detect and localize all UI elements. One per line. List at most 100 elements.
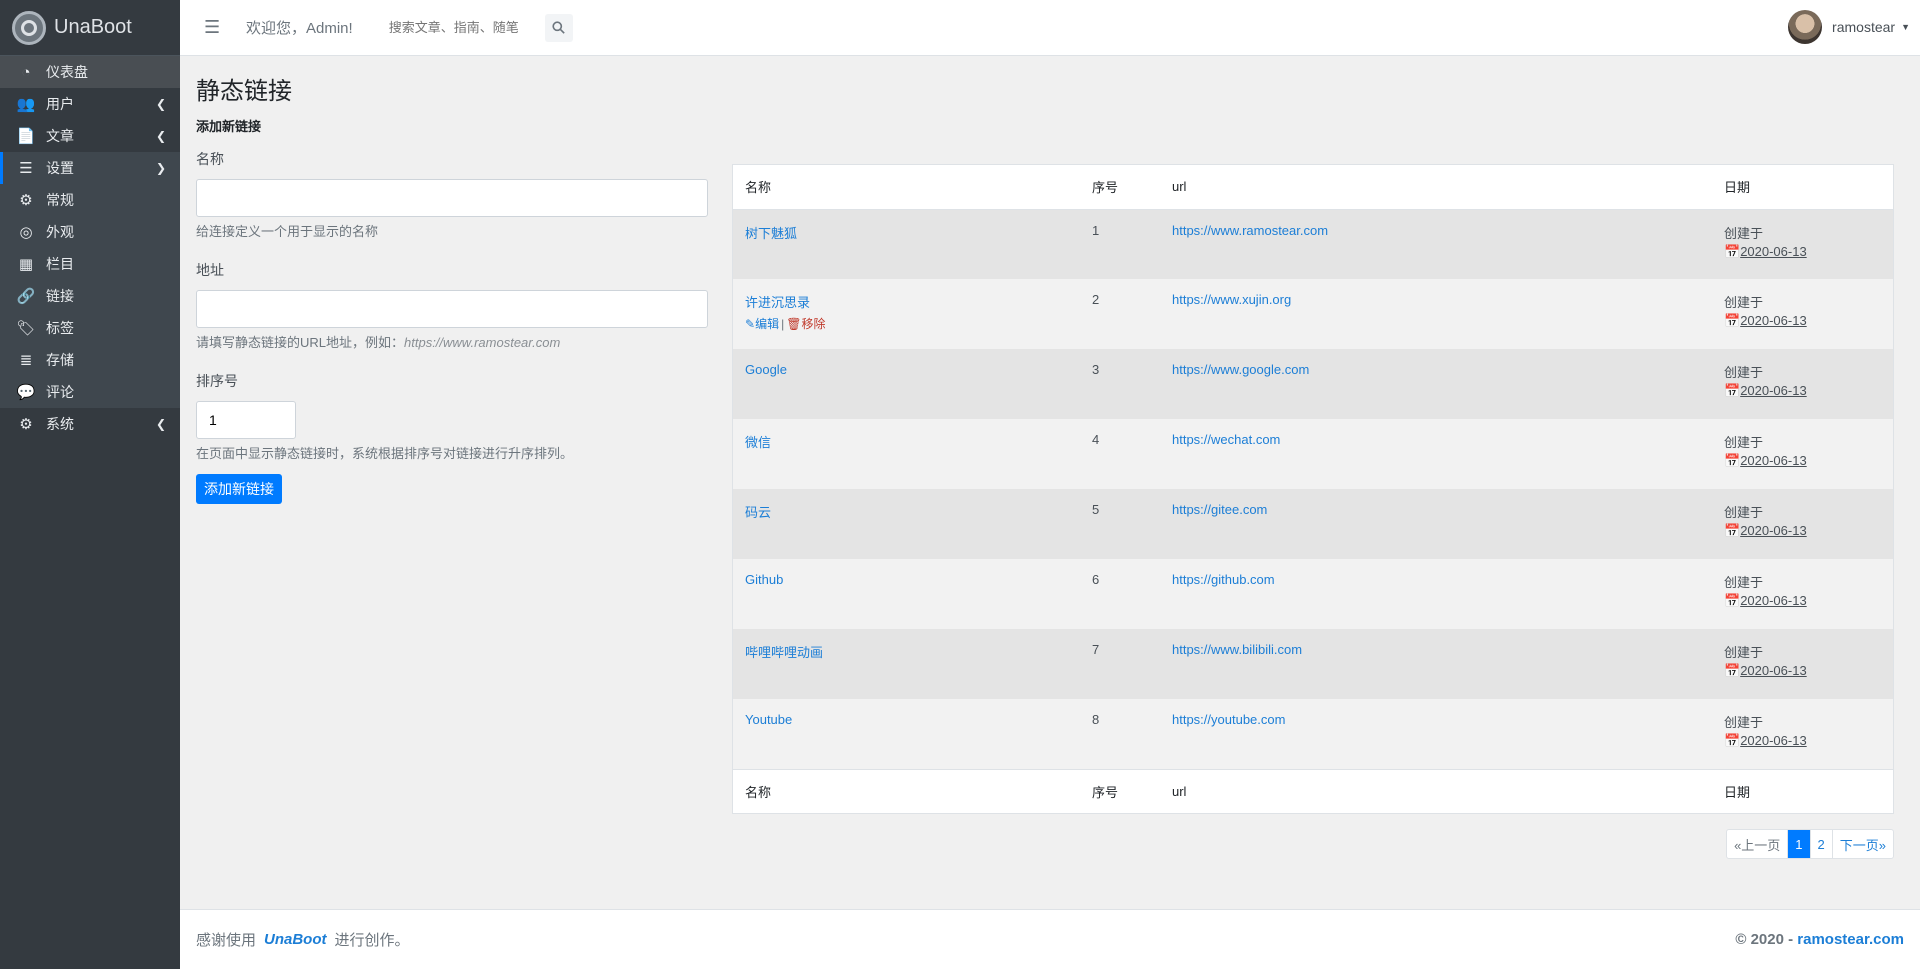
cell-name: Google — [733, 349, 1080, 419]
created-label: 创建于 — [1724, 645, 1764, 660]
calendar-icon: 📅 — [1724, 593, 1741, 608]
server-icon: ≣ — [19, 352, 33, 369]
link-name[interactable]: 码云 — [745, 505, 771, 520]
header-date[interactable]: 日期 — [1712, 165, 1893, 210]
sidebar-item-dashboard[interactable]: ◔ 仪表盘 — [0, 56, 180, 88]
footer-order[interactable]: 序号 — [1080, 768, 1160, 813]
cell-date: 创建于 📅2020-06-13 — [1712, 209, 1893, 279]
pagination-next[interactable]: 下一页» — [1833, 830, 1893, 858]
link-name[interactable]: 微信 — [745, 435, 771, 450]
date-line: 📅2020-06-13 — [1724, 313, 1881, 329]
avatar[interactable] — [1788, 10, 1823, 44]
date-line: 📅2020-06-13 — [1724, 593, 1881, 609]
link-name[interactable]: Github — [745, 572, 783, 587]
calendar-icon: 📅 — [1724, 243, 1741, 259]
link-name[interactable]: 许进沉思录 — [745, 295, 810, 310]
sidebar-item-label: 标签 — [46, 320, 74, 336]
copyright-text: © 2020 - — [1735, 931, 1798, 948]
sidebar-item-label: 常规 — [46, 192, 74, 208]
link-url[interactable]: https://www.google.com — [1172, 362, 1309, 377]
sidebar-item-users[interactable]: 👥 用户 ❮ — [0, 88, 180, 120]
sidebar-item-columns[interactable]: ▦ 栏目 — [0, 248, 180, 280]
link-name[interactable]: Youtube — [745, 712, 792, 727]
calendar-icon: 📅 — [1724, 453, 1741, 468]
link-url[interactable]: https://www.xujin.org — [1172, 292, 1291, 307]
top-navbar: ☰ 欢迎您，Admin! ramostear ▼ — [180, 0, 1920, 56]
footer-brand-link[interactable]: UnaBoot — [264, 931, 327, 948]
search-input[interactable] — [388, 20, 539, 35]
sidebar-item-links[interactable]: 🔗 链接 — [0, 280, 180, 312]
sidebar-item-settings[interactable]: ☰ 设置 ❯ — [0, 152, 180, 184]
cogs-icon: ⚙ — [19, 416, 33, 433]
table-row: 许进沉思录 ✎编辑 | 🗑移除 2 https://www.xujin.org 创建于 📅20… — [733, 279, 1893, 349]
link-url[interactable]: https://www.ramostear.com — [1172, 223, 1328, 238]
link-url[interactable]: https://wechat.com — [1172, 432, 1280, 447]
cell-url: https://gitee.com — [1160, 489, 1712, 559]
cell-date: 创建于 📅2020-06-13 — [1712, 279, 1893, 349]
created-label: 创建于 — [1724, 295, 1764, 310]
cell-url: https://wechat.com — [1160, 419, 1712, 489]
copyright-site-link[interactable]: ramostear.com — [1797, 931, 1904, 948]
sidebar-item-label: 仪表盘 — [46, 64, 88, 80]
user-menu[interactable]: ramostear ▼ — [1788, 10, 1910, 44]
document-icon: 📄 — [16, 128, 36, 145]
cell-order: 1 — [1092, 222, 1100, 238]
order-input[interactable] — [196, 401, 296, 439]
remove-label: 移除 — [801, 317, 826, 331]
sidebar-item-tags[interactable]: 🏷 标签 — [0, 312, 180, 344]
link-name[interactable]: 哔哩哔哩动画 — [745, 645, 823, 660]
link-name[interactable]: Google — [745, 362, 787, 377]
cell-date: 创建于 📅2020-06-13 — [1712, 349, 1893, 419]
header-url[interactable]: url — [1160, 165, 1712, 210]
edit-button[interactable]: ✎编辑 — [745, 317, 779, 331]
welcome-text: 欢迎您，Admin! — [246, 20, 353, 37]
sidebar-item-system[interactable]: ⚙ 系统 ❮ — [0, 408, 180, 440]
pagination-prev[interactable]: «上一页 — [1727, 830, 1789, 858]
footer-url[interactable]: url — [1160, 768, 1712, 813]
pagination-page-2[interactable]: 2 — [1811, 830, 1833, 858]
sidebar-item-label: 链接 — [46, 288, 74, 304]
url-hint: 请填写静态链接的URL地址，例如：https://www.ramostear.c… — [196, 332, 708, 351]
table-row: 哔哩哔哩动画 7 https://www.bilibili.com 创建于 📅2020-… — [733, 629, 1893, 699]
brand[interactable]: UnaBoot — [0, 0, 180, 56]
remove-button[interactable]: 🗑移除 — [786, 317, 825, 331]
chevron-left-icon: ❮ — [155, 129, 166, 143]
link-url[interactable]: https://gitee.com — [1172, 502, 1267, 517]
sidebar-item-general[interactable]: ⚙ 常规 — [0, 184, 180, 216]
pagination-page-1[interactable]: 1 — [1788, 830, 1811, 858]
cell-name: 码云 — [733, 489, 1080, 559]
link-name[interactable]: 树下魅狐 — [745, 226, 797, 241]
cell-name: Github — [733, 559, 1080, 629]
menu-toggle-icon[interactable]: ☰ — [204, 17, 224, 38]
header-order[interactable]: 序号 — [1080, 165, 1160, 210]
name-input[interactable] — [196, 179, 708, 217]
cell-date: 创建于 📅2020-06-13 — [1712, 419, 1893, 489]
sidebar-item-storage[interactable]: ≣ 存储 — [0, 344, 180, 376]
cell-order: 6 — [1092, 572, 1100, 587]
sidebar-item-comments[interactable]: 💬 评论 — [0, 376, 180, 408]
sidebar-item-articles[interactable]: 📄 文章 ❮ — [0, 120, 180, 152]
link-url[interactable]: https://www.bilibili.com — [1172, 642, 1302, 657]
footer-name[interactable]: 名称 — [733, 768, 1080, 813]
date-line: 📅2020-06-13 — [1724, 663, 1881, 679]
link-url[interactable]: https://github.com — [1172, 572, 1275, 587]
header-name[interactable]: 名称 — [733, 165, 1080, 210]
sidebar: UnaBoot ◔ 仪表盘 👥 用户 ❮ 📄 文章 ❮ ☰ 设置 ❯ ⚙ 常规 — [0, 0, 180, 969]
created-label: 创建于 — [1724, 505, 1764, 520]
created-date: 2020-06-13 — [1740, 663, 1807, 678]
search-button[interactable] — [544, 13, 573, 42]
url-input[interactable] — [196, 290, 708, 328]
table-row: Github 6 https://github.com 创建于 📅2020-06-13 — [733, 559, 1893, 629]
name-label: 名称 — [196, 151, 224, 167]
action-separator: | — [781, 317, 785, 331]
section-title: 添加新链接 — [196, 119, 262, 134]
link-icon: 🔗 — [16, 288, 36, 305]
sidebar-item-appearance[interactable]: ◎ 外观 — [0, 216, 180, 248]
date-line: 📅2020-06-13 — [1724, 523, 1881, 539]
created-label: 创建于 — [1724, 715, 1764, 730]
order-label: 排序号 — [196, 373, 238, 389]
cell-order: 2 — [1092, 292, 1100, 307]
add-link-button[interactable]: 添加新链接 — [196, 474, 282, 504]
link-url[interactable]: https://youtube.com — [1172, 712, 1285, 727]
footer-date[interactable]: 日期 — [1712, 768, 1893, 813]
